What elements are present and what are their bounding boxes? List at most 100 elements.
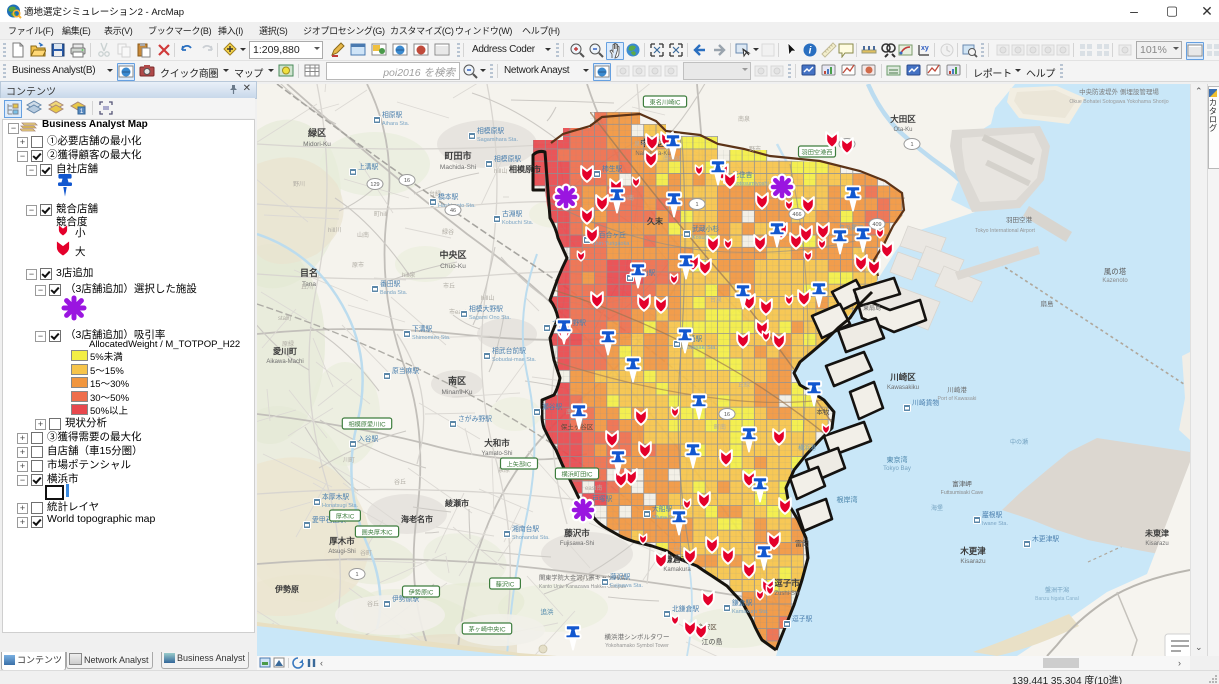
svg-text:富津岬: 富津岬 [952, 479, 972, 488]
svg-text:1: 1 [695, 202, 698, 208]
svg-text:Sobudai-mae Sta.: Sobudai-mae Sta. [492, 357, 536, 363]
svg-text:さがみ野駅: さがみ野駅 [458, 414, 492, 423]
svg-text:橋本駅: 橋本駅 [438, 192, 459, 201]
svg-text:Sagamihara Sta.: Sagamihara Sta. [477, 137, 518, 143]
svg-text:根岸湾: 根岸湾 [837, 495, 858, 504]
svg-text:Banzu higata Canal: Banzu higata Canal [1035, 596, 1079, 602]
svg-text:Tokyo International Airport: Tokyo International Airport [975, 228, 1036, 234]
svg-text:横浜港: 横浜港 [798, 444, 816, 452]
svg-text:北鎌倉駅: 北鎌倉駅 [672, 604, 699, 613]
svg-text:南区: 南区 [448, 375, 466, 386]
svg-text:sta町: sta町 [278, 315, 292, 322]
svg-text:相模原駅: 相模原駅 [477, 126, 504, 135]
svg-text:追浜: 追浜 [541, 607, 555, 616]
svg-text:Tokyo Bay: Tokyo Bay [883, 466, 911, 472]
svg-text:Kazenoto: Kazenoto [1102, 278, 1128, 284]
svg-text:原当麻駅: 原当麻駅 [392, 366, 419, 375]
svg-text:逗子駅: 逗子駅 [792, 614, 813, 623]
svg-text:台泉: 台泉 [710, 296, 722, 304]
svg-text:i: i [809, 46, 812, 57]
svg-text:Shin-Yurigaoka: Shin-Yurigaoka [592, 241, 630, 247]
svg-text:Okue Bohatei Sotogawa Yokohama: Okue Bohatei Sotogawa Yokohama Shorijo [1069, 99, 1168, 105]
svg-text:原市: 原市 [352, 261, 364, 269]
svg-text:129: 129 [370, 182, 379, 188]
svg-text:木更津駅: 木更津駅 [1032, 534, 1059, 543]
svg-text:江の島: 江の島 [702, 637, 723, 646]
svg-text:中の瀬: 中の瀬 [1010, 438, 1028, 446]
svg-text:Motosumiyoshi: Motosumiyoshi [732, 181, 769, 187]
svg-text:本厚木駅: 本厚木駅 [322, 492, 349, 501]
svg-text:厚木市: 厚木市 [329, 536, 355, 546]
svg-text:圏央厚木IC: 圏央厚木IC [362, 529, 393, 537]
svg-text:Banda Sta.: Banda Sta. [380, 290, 408, 296]
svg-text:hill山: hill山 [481, 294, 494, 302]
svg-text:東京湾: 東京湾 [887, 455, 908, 464]
svg-text:伊勢原IC: 伊勢原IC [409, 589, 434, 597]
svg-text:谷丘: 谷丘 [394, 478, 406, 486]
svg-text:湘南台駅: 湘南台駅 [512, 524, 539, 533]
svg-text:hill泉: hill泉 [402, 271, 415, 279]
svg-text:緑区: 緑区 [308, 127, 326, 138]
svg-text:泉市: 泉市 [634, 140, 646, 148]
svg-text:盤洲干潟: 盤洲干潟 [1045, 586, 1069, 594]
svg-text:川崎貨物: 川崎貨物 [912, 398, 939, 407]
svg-text:町田市: 町田市 [444, 150, 471, 161]
svg-text:東扇島: 東扇島 [863, 304, 881, 312]
svg-text:逗子市: 逗子市 [774, 578, 800, 588]
svg-text:木更津: 木更津 [959, 546, 986, 556]
svg-text:大船駅: 大船駅 [652, 504, 673, 513]
svg-text:野丘: 野丘 [579, 575, 591, 583]
svg-text:久末: 久末 [646, 216, 663, 226]
svg-text:Yokohamako Symbol Tower: Yokohamako Symbol Tower [605, 643, 669, 649]
svg-text:Midori-Ku: Midori-Ku [303, 141, 331, 148]
svg-text:戸塚駅: 戸塚駅 [592, 494, 613, 503]
svg-text:Kobuchi Sta.: Kobuchi Sta. [502, 220, 534, 226]
svg-text:厚木IC: 厚木IC [336, 513, 355, 521]
svg-text:Zushi-Shi: Zushi-Shi [774, 591, 799, 597]
svg-text:east南: east南 [585, 484, 602, 492]
svg-text:466: 466 [792, 212, 801, 218]
svg-text:藤沢市: 藤沢市 [563, 528, 590, 538]
svg-text:巖根駅: 巖根駅 [982, 510, 1003, 519]
svg-text:緑谷: 緑谷 [442, 228, 454, 236]
svg-text:Kamakura: Kamakura [663, 567, 691, 573]
svg-text:16: 16 [724, 412, 730, 418]
svg-text:大和市: 大和市 [484, 438, 510, 448]
svg-text:谷丘: 谷丘 [367, 600, 379, 608]
svg-text:丘川: 丘川 [301, 284, 313, 291]
svg-text:藤沢IC: 藤沢IC [496, 581, 515, 589]
svg-text:Kisarazu: Kisarazu [1145, 541, 1168, 547]
svg-text:柿生駅: 柿生駅 [602, 164, 623, 173]
svg-text:16: 16 [404, 178, 410, 184]
svg-text:野川: 野川 [293, 180, 305, 188]
svg-text:風の塔: 風の塔 [1104, 266, 1127, 276]
svg-text:伊勢原: 伊勢原 [274, 584, 299, 594]
svg-text:相武台前駅: 相武台前駅 [492, 346, 526, 355]
svg-text:富岡: 富岡 [795, 539, 809, 548]
svg-text:川崎区: 川崎区 [889, 372, 916, 382]
svg-text:Aihara Sta.: Aihara Sta. [382, 121, 410, 127]
svg-text:藤沢駅: 藤沢駅 [610, 572, 631, 581]
svg-text:Kisarazu: Kisarazu [960, 558, 986, 565]
svg-text:丘緑: 丘緑 [738, 381, 750, 389]
svg-text:上矢部IC: 上矢部IC [507, 461, 532, 469]
svg-text:川町: 川町 [343, 457, 355, 464]
svg-text:町南: 町南 [714, 423, 726, 431]
svg-text:Sagami Ono Sta.: Sagami Ono Sta. [469, 315, 511, 321]
svg-text:相模原市: 相模原市 [509, 164, 541, 174]
svg-text:相模大野駅: 相模大野駅 [469, 304, 503, 313]
svg-text:Machida-Shi: Machida-Shi [440, 164, 476, 171]
svg-text:Iwane Sta.: Iwane Sta. [982, 521, 1008, 527]
svg-text:綾瀬市: 綾瀬市 [445, 498, 469, 508]
svg-text:町hill: 町hill [374, 211, 387, 218]
svg-text:上溝駅: 上溝駅 [358, 162, 379, 171]
svg-text:Minami-Ku: Minami-Ku [441, 389, 472, 396]
svg-text:海堡: 海堡 [931, 504, 943, 512]
svg-text:羽田空港西: 羽田空港西 [802, 149, 833, 157]
svg-text:Atsugi-Shi: Atsugi-Shi [328, 549, 355, 555]
svg-text:Honatsugi Sta.: Honatsugi Sta. [322, 503, 359, 509]
svg-text:原緑: 原緑 [282, 340, 294, 348]
svg-text:大田区: 大田区 [890, 114, 916, 124]
svg-text:入谷駅: 入谷駅 [358, 434, 379, 443]
svg-text:中央区: 中央区 [439, 249, 466, 260]
